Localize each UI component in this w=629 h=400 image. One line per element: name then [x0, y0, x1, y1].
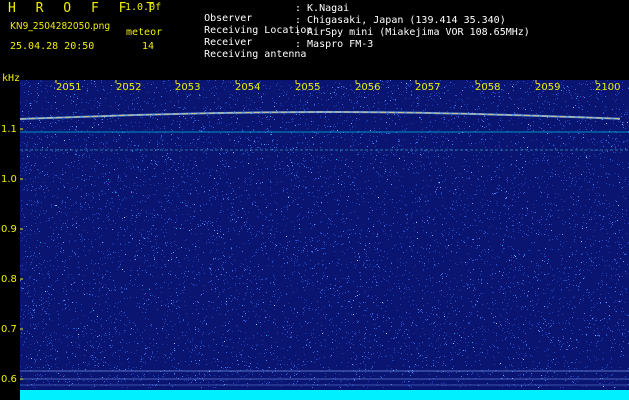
y-tick-label: 1.0: [1, 174, 17, 185]
x-tick-label: 2053: [175, 82, 201, 93]
bottom-band: [20, 390, 629, 400]
y-tick-label: 0.8: [1, 274, 17, 285]
filename-label: KN9_2504282050.png: [10, 21, 111, 32]
spectrogram: [20, 80, 629, 400]
observer-value: : K.Nagai: [295, 3, 350, 14]
x-tick-label: 2058: [475, 82, 501, 93]
mode-label: meteor: [126, 27, 163, 38]
header: H R O F F T 1.0.0f KN9_2504282050.png me…: [0, 0, 629, 84]
version-label: 1.0.0f: [125, 2, 162, 13]
y-tick-label: 0.6: [1, 374, 17, 385]
y-tick-label: 1.1: [1, 124, 17, 135]
x-tick-label: 2057: [415, 82, 441, 93]
x-tick-label: 2052: [116, 82, 142, 93]
antenna-label: Receiving antenna: [204, 49, 307, 60]
y-tick-label: 0.9: [1, 224, 17, 235]
x-tick-label: 2051: [56, 82, 82, 93]
location-value: : Chigasaki, Japan (139.414 35.340): [295, 15, 506, 26]
noise-speckle: [20, 80, 629, 388]
spectrogram-canvas: [20, 80, 629, 400]
unit-label: kHz: [2, 73, 21, 84]
x-tick-label: 2059: [535, 82, 561, 93]
noise-speckle: [20, 80, 629, 388]
antenna-value: : Maspro FM-3: [295, 39, 374, 50]
x-tick-label: 2100: [595, 82, 621, 93]
antenna-row: Receiving antenna : Maspro FM-3: [180, 40, 373, 80]
noise-speckle: [20, 80, 629, 388]
x-tick-label: 2054: [235, 82, 261, 93]
count-label: 14: [142, 41, 155, 52]
x-tick-label: 2056: [355, 82, 381, 93]
receiver-value: : AirSpy mini (Miakejima VOR 108.65MHz): [295, 27, 530, 38]
datetime-label: 25.04.28 20:50: [10, 41, 95, 52]
y-tick-label: 0.7: [1, 324, 17, 335]
noise-speckle: [20, 80, 629, 388]
x-tick-label: 2055: [295, 82, 321, 93]
